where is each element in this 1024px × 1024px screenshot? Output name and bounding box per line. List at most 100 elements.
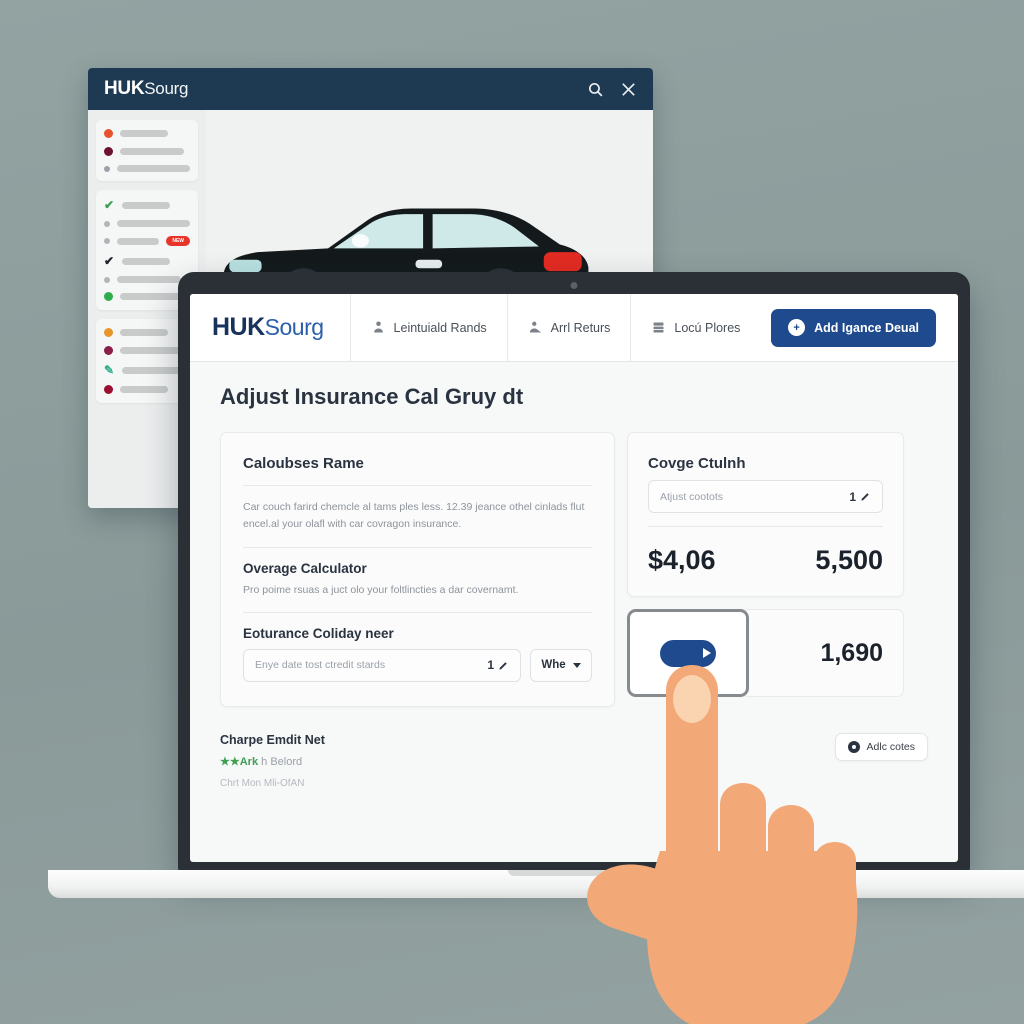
placeholder-bar [122,257,171,265]
list-item[interactable]: ✔ [104,199,190,211]
close-icon[interactable] [620,81,637,98]
laptop-screen: HUK Sourg Leintuiald Rands Arrl Returs L… [190,294,958,862]
back-logo-soft: Sourg [144,79,189,98]
status-dot-icon [104,328,113,337]
nav-tab-2[interactable]: Locú Plores [630,294,760,361]
placeholder-bar [117,276,181,283]
chevron-down-icon [572,662,581,668]
trackpad-notch [508,870,638,876]
credit-date-placeholder: Enye date tost ctredit stards [255,659,386,672]
back-logo-main: HUK [104,78,145,99]
skeleton-group [96,120,198,181]
nav-tab-label: Leintuiald Rands [393,320,487,335]
placeholder-bar [120,148,184,155]
status-dot-icon [104,165,110,172]
divider [648,526,883,527]
status-dot-icon [104,385,113,394]
app-content: Adjust Insurance Cal Gruy dt Caloubses R… [190,362,958,789]
status-dot-icon [104,147,113,156]
app-logo[interactable]: HUK Sourg [212,294,350,361]
webcam-icon [570,282,578,289]
credit-date-value: 1 [487,658,494,673]
credit-date-input[interactable]: Enye date tost ctredit stards 1 [243,648,521,682]
period-select[interactable]: Whe [530,648,592,682]
coverage-title: Covge Ctulnh [648,455,746,472]
gear-icon [847,740,860,753]
placeholder-bar [117,165,190,172]
nav-tab-label: Arrl Returs [550,320,611,335]
laptop-device: HUK Sourg Leintuiald Rands Arrl Returs L… [38,272,1024,930]
coverage-card: Covge Ctulnh Atjust cootots 1 $4,06 5,50… [627,432,904,597]
bottom-summary: Charpe Emdit Net ★★Ark h Belord Chrt Mon… [220,732,928,789]
subsection-description-overage: Pro poime rsuas a juct olo your foltlinc… [243,583,519,596]
toggle-value-box: 1,690 [741,609,904,697]
calculator-card: Caloubses Rame Car couch farird chemcle … [220,432,615,707]
toggle-row: 1,690 [627,609,904,697]
back-window-titlebar: HUKSourg [88,68,653,110]
calc-notes-label: Adlc cotes [866,740,915,753]
plus-circle-icon: + [788,319,806,336]
laptop-base [48,870,1024,898]
rating-stars: ★★Ark [220,755,259,768]
section-description: Car couch farird chemcle al tams ples le… [243,501,585,531]
adjust-costs-input[interactable]: Atjust cootots 1 [648,480,883,513]
pencil-icon[interactable] [498,660,509,671]
adjust-costs-value: 1 [849,489,856,504]
back-window-logo: HUKSourg [104,78,188,100]
adjust-costs-placeholder: Atjust cootots [660,490,724,503]
server-stack-icon [653,322,664,333]
laptop-lid: HUK Sourg Leintuiald Rands Arrl Returs L… [178,272,970,872]
person-arrow-icon [529,321,541,333]
search-icon[interactable] [587,81,604,98]
status-dot-icon [104,238,110,244]
bottom-meta: Chrt Mon Mli-OfAN [220,777,305,789]
check-icon: ✔ [104,254,115,268]
placeholder-bar [120,329,169,336]
nav-tab-1[interactable]: Arrl Returs [506,294,631,361]
add-insurance-deal-button[interactable]: + Add Igance Deual [771,308,936,347]
divider [243,546,592,548]
placeholder-bar [117,220,190,227]
check-icon: ✎ [104,363,115,377]
subsection-title-overage: Overage Calculator [243,560,367,576]
placeholder-bar [117,237,160,245]
status-dot-icon [104,292,113,301]
nav-tab-label: Locú Plores [674,320,741,335]
status-dot-icon [104,276,110,283]
list-item[interactable] [104,220,190,227]
list-item[interactable]: ✔ [104,255,190,267]
amount-primary: $4,06 [648,545,716,575]
placeholder-bar [122,366,186,374]
pencil-icon[interactable] [860,491,871,502]
placeholder-bar [120,386,169,393]
list-item[interactable] [104,147,190,156]
page-title: Adjust Insurance Cal Gruy dt [220,384,524,409]
list-item[interactable] [104,129,190,138]
status-badge: NEW [166,236,190,246]
coverage-toggle-switch[interactable] [660,639,716,667]
status-dot-icon [104,129,113,138]
section-title: Caloubses Rame [243,455,364,472]
list-item[interactable]: NEW [104,236,190,246]
toggle-knob-icon [703,648,711,658]
app-logo-soft: Sourg [264,314,324,340]
toggle-focus-ring [627,609,749,697]
calc-notes-button[interactable]: Adlc cotes [834,732,928,761]
check-icon: ✔ [104,198,115,212]
amount-secondary: 5,500 [815,545,883,575]
app-navbar: HUK Sourg Leintuiald Rands Arrl Returs L… [190,294,958,362]
rating-label: h Belord [261,755,303,768]
placeholder-bar [120,130,169,137]
placeholder-bar [122,201,171,209]
nav-tab-0[interactable]: Leintuiald Rands [349,294,507,361]
subsection-title-coliday: Eoturance Coliday neer [243,625,394,641]
person-download-icon [373,321,383,333]
list-item[interactable] [104,165,190,172]
status-dot-icon [104,220,110,227]
toggle-value: 1,690 [820,638,883,667]
divider [243,611,592,613]
period-select-value: Whe [541,659,566,672]
bottom-title: Charpe Emdit Net [220,732,325,747]
status-dot-icon [104,346,113,355]
divider [243,485,592,486]
